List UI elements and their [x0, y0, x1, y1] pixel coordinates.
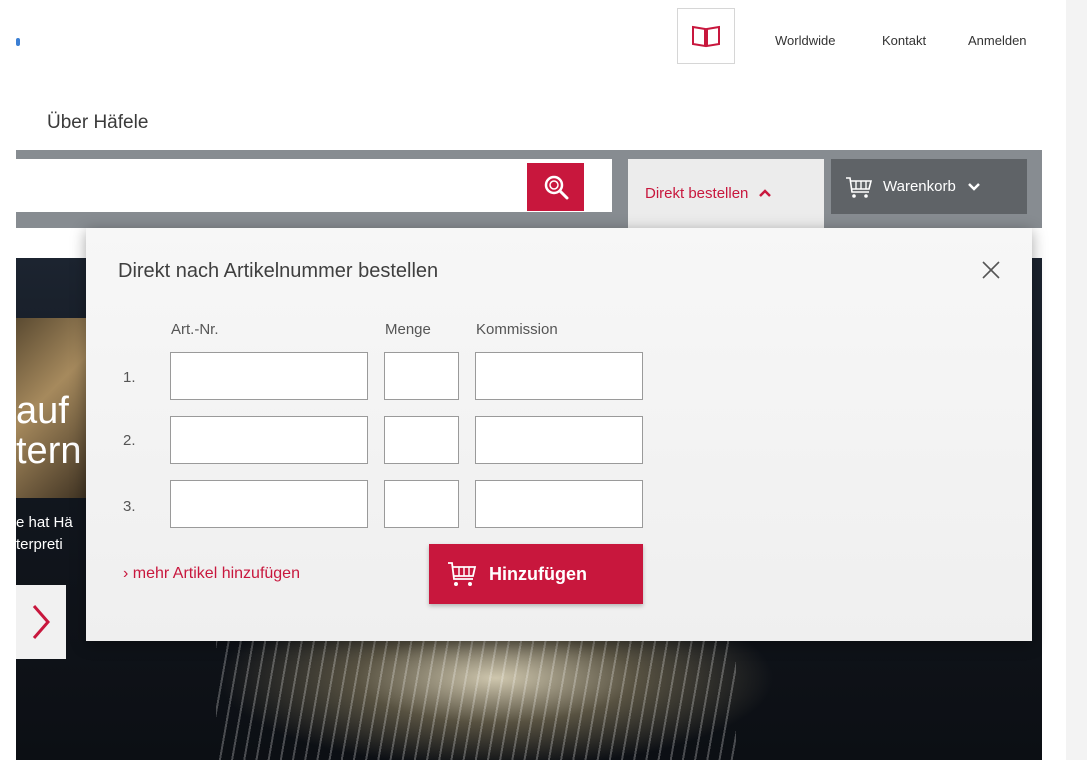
hero-text-line2: terpreti: [16, 536, 63, 553]
add-button-label: Hinzufügen: [489, 563, 587, 584]
column-header-art-nr: Art.-Nr.: [171, 321, 219, 338]
search-button[interactable]: [527, 163, 584, 211]
book-icon: [692, 25, 720, 48]
nav-item-about[interactable]: Über Häfele: [47, 112, 148, 134]
tab-warenkorb[interactable]: Warenkorb: [831, 159, 1027, 214]
logo-fragment: [16, 38, 20, 46]
catalog-button[interactable]: [677, 8, 735, 64]
tab-direkt-label: Direkt bestellen: [645, 185, 749, 202]
search-input[interactable]: [16, 161, 526, 209]
add-button[interactable]: Hinzufügen: [429, 544, 643, 604]
cart-icon: [448, 562, 477, 586]
tab-direkt-bestellen[interactable]: Direkt bestellen: [628, 159, 824, 228]
kommission-field-2[interactable]: [475, 416, 643, 464]
tab-warenkorb-label: Warenkorb: [883, 178, 956, 195]
kommission-field-3[interactable]: [475, 480, 643, 528]
art-nr-field-3[interactable]: [170, 480, 368, 528]
chevron-down-icon: [967, 178, 980, 195]
hero-text-line1: e hat Hä: [16, 514, 73, 531]
popup-title: Direkt nach Artikelnummer bestellen: [118, 260, 439, 282]
menge-field-2[interactable]: [384, 416, 459, 464]
chevron-right-icon: [32, 605, 50, 639]
page-edge: [1066, 0, 1087, 760]
art-nr-field-1[interactable]: [170, 352, 368, 400]
search-icon: [544, 175, 568, 200]
row-number: 3.: [123, 498, 136, 515]
hero-structure: [216, 638, 736, 760]
link-worldwide[interactable]: Worldwide: [775, 33, 835, 48]
kommission-field-1[interactable]: [475, 352, 643, 400]
close-icon: [982, 261, 1000, 279]
row-number: 1.: [123, 369, 136, 386]
column-header-menge: Menge: [385, 321, 431, 338]
menge-field-3[interactable]: [384, 480, 459, 528]
link-kontakt[interactable]: Kontakt: [882, 33, 926, 48]
more-articles-link[interactable]: › mehr Artikel hinzufügen: [123, 565, 300, 583]
close-button[interactable]: [980, 259, 1002, 281]
hero-next-button[interactable]: [16, 585, 66, 659]
link-anmelden[interactable]: Anmelden: [968, 33, 1027, 48]
menge-field-1[interactable]: [384, 352, 459, 400]
hero-headline-line2: tern: [16, 430, 82, 472]
row-number: 2.: [123, 432, 136, 449]
hero-headline-line1: auf: [16, 390, 69, 432]
chevron-up-icon: [758, 185, 772, 202]
cart-icon: [846, 176, 873, 198]
column-header-kommission: Kommission: [476, 321, 558, 338]
art-nr-field-2[interactable]: [170, 416, 368, 464]
